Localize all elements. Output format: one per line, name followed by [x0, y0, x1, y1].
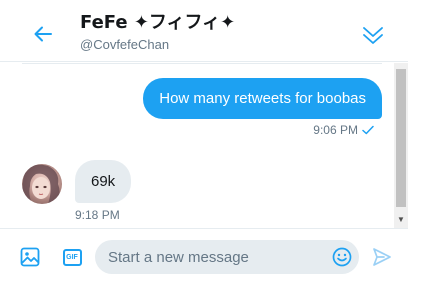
- conversation-title-block[interactable]: FeFe ✦フィフィ✦ @CovfefeChan: [80, 12, 235, 55]
- emoji-button[interactable]: [331, 246, 353, 268]
- scrollbar-thumb[interactable]: [396, 69, 406, 207]
- message-composer: GIF: [0, 228, 408, 281]
- incoming-message-bubble[interactable]: 69k: [75, 160, 132, 203]
- conversation-header: FeFe ✦フィフィ✦ @CovfefeChan: [0, 0, 408, 62]
- send-icon: [373, 248, 391, 266]
- smiley-icon: [332, 247, 352, 267]
- message-divider: [22, 63, 382, 64]
- gif-icon: GIF: [62, 248, 82, 266]
- image-icon: [20, 247, 40, 267]
- avatar-image: [22, 164, 60, 204]
- add-media-button[interactable]: [19, 246, 41, 268]
- conversation-handle: @CovfefeChan: [80, 37, 170, 52]
- avatar[interactable]: [22, 164, 62, 204]
- add-gif-button[interactable]: GIF: [61, 247, 83, 267]
- message-list: How many retweets for boobas 9:06 PM 69k…: [0, 63, 394, 228]
- incoming-message-time: 9:18 PM: [75, 208, 120, 222]
- send-button[interactable]: [371, 246, 393, 268]
- outgoing-message-time: 9:06 PM: [313, 123, 358, 137]
- outgoing-message-meta: 9:06 PM: [313, 123, 374, 137]
- back-button[interactable]: [30, 21, 56, 47]
- collapse-button[interactable]: [358, 20, 388, 50]
- message-input-container[interactable]: [95, 240, 359, 274]
- back-arrow-icon: [34, 26, 52, 42]
- double-chevron-down-icon: [363, 27, 383, 44]
- scroll-down-arrow-icon[interactable]: ▼: [394, 214, 408, 226]
- checkmark-icon: [362, 125, 374, 135]
- scrollbar[interactable]: ▼: [394, 63, 408, 228]
- message-input[interactable]: [108, 240, 318, 274]
- conversation-title: FeFe ✦フィフィ✦: [80, 12, 236, 33]
- outgoing-message-bubble[interactable]: How many retweets for boobas: [143, 78, 382, 119]
- dm-conversation-panel: FeFe ✦フィフィ✦ @CovfefeChan How many retwee…: [0, 0, 440, 281]
